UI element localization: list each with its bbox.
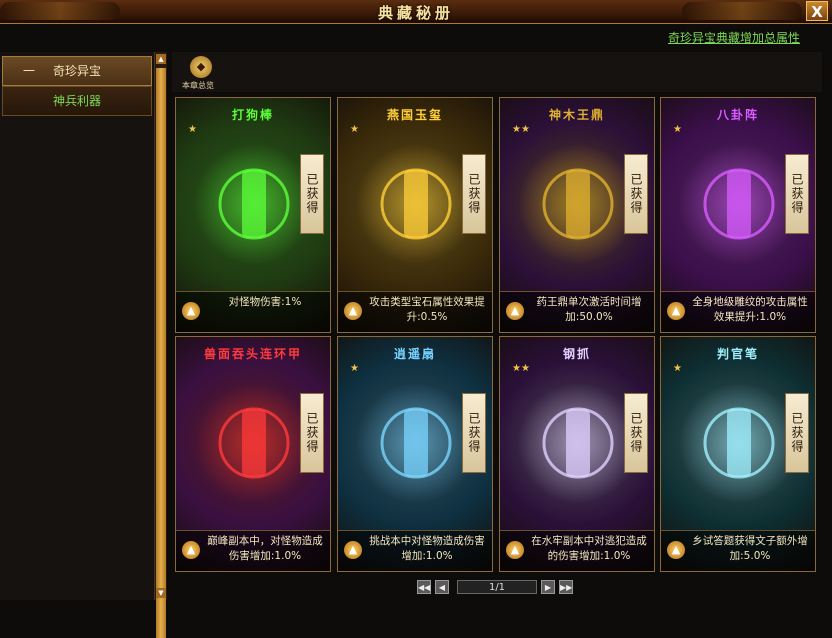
bonus-panel: ▲ 对怪物伤害:1%: [176, 291, 330, 332]
total-attributes-link[interactable]: 奇珍异宝典藏增加总属性: [668, 29, 800, 46]
upgrade-arrow-icon[interactable]: ▲: [506, 302, 524, 320]
treasure-card[interactable]: 判官笔 ★ 已获得 ▲ 乡试答题获得文子额外增加:5.0%: [660, 336, 816, 572]
bonus-text: 全身地级雕纹的攻击属性效果提升:1.0%: [692, 296, 808, 323]
prev-page-button[interactable]: ◀: [435, 580, 449, 594]
treasure-name: 判官笔: [716, 347, 759, 361]
treasure-card[interactable]: 八卦阵 ★ 已获得 ▲ 全身地级雕纹的攻击属性效果提升:1.0%: [660, 97, 816, 333]
sidebar-item-prefix: 一: [23, 64, 36, 78]
treasure-name: 神木王鼎: [548, 108, 605, 122]
treasure-art-icon: [679, 144, 799, 264]
acquired-badge: 已获得: [462, 154, 486, 234]
bonus-text: 攻击类型宝石属性效果提升:0.5%: [369, 296, 485, 323]
treasure-name: 逍遥扇: [393, 347, 436, 361]
bonus-text: 药王鼎单次激活时间增加:50.0%: [536, 296, 642, 323]
treasure-art-icon: [518, 383, 638, 503]
rarity-stars: ★: [673, 124, 682, 135]
upgrade-arrow-icon[interactable]: ▲: [182, 541, 200, 559]
bonus-panel: ▲ 在水牢副本中对逃犯造成的伤害增加:1.0%: [500, 530, 654, 571]
treasure-card[interactable]: 兽面吞头连环甲 已获得 ▲ 巅峰副本中，对怪物造成伤害增加:1.0%: [175, 336, 331, 572]
bonus-text: 乡试答题获得文子额外增加:5.0%: [692, 535, 808, 562]
treasure-card[interactable]: 钢抓 ★★ 已获得 ▲ 在水牢副本中对逃犯造成的伤害增加:1.0%: [499, 336, 655, 572]
bonus-text: 巅峰副本中，对怪物造成伤害增加:1.0%: [207, 535, 323, 562]
sidebar-item-label: 神兵利器: [53, 94, 102, 108]
category-sidebar: 一 奇珍异宝 神兵利器: [0, 52, 155, 600]
treasure-art-icon: [194, 144, 314, 264]
rarity-stars: ★: [350, 363, 359, 374]
bonus-panel: ▲ 药王鼎单次激活时间增加:50.0%: [500, 291, 654, 332]
upgrade-arrow-icon[interactable]: ▲: [182, 302, 200, 320]
treasure-art-icon: [679, 383, 799, 503]
treasure-art-icon: [356, 383, 476, 503]
acquired-badge: 已获得: [624, 393, 648, 473]
chapter-header: [172, 52, 822, 92]
upgrade-arrow-icon[interactable]: ▲: [344, 302, 362, 320]
bonus-text: 对怪物伤害:1%: [228, 296, 302, 308]
rarity-stars: ★★: [512, 124, 530, 135]
treasure-art-icon: [194, 383, 314, 503]
treasure-card[interactable]: 神木王鼎 ★★ 已获得 ▲ 药王鼎单次激活时间增加:50.0%: [499, 97, 655, 333]
bonus-panel: ▲ 攻击类型宝石属性效果提升:0.5%: [338, 291, 492, 332]
sidebar-item-rare-treasures[interactable]: 一 奇珍异宝: [2, 56, 152, 86]
bonus-text: 挑战本中对怪物造成伤害增加:1.0%: [369, 535, 485, 562]
chapter-caption: 本章总览: [182, 81, 214, 90]
bonus-panel: ▲ 巅峰副本中，对怪物造成伤害增加:1.0%: [176, 530, 330, 571]
treasure-art-icon: [356, 144, 476, 264]
treasure-name: 钢抓: [562, 347, 591, 361]
first-page-button[interactable]: ◀◀: [417, 580, 431, 594]
treasure-name: 打狗棒: [231, 108, 274, 122]
chapter-emblem-icon[interactable]: ◆: [190, 56, 212, 78]
acquired-badge: 已获得: [785, 154, 809, 234]
scroll-up-icon[interactable]: ▲: [156, 54, 166, 64]
upgrade-arrow-icon[interactable]: ▲: [344, 541, 362, 559]
acquired-badge: 已获得: [462, 393, 486, 473]
upgrade-arrow-icon[interactable]: ▲: [667, 541, 685, 559]
scroll-down-icon[interactable]: ▼: [156, 588, 166, 598]
rarity-stars: ★: [188, 124, 197, 135]
sidebar-item-divine-weapons[interactable]: 神兵利器: [2, 86, 152, 116]
bonus-panel: ▲ 全身地级雕纹的攻击属性效果提升:1.0%: [661, 291, 815, 332]
upgrade-arrow-icon[interactable]: ▲: [506, 541, 524, 559]
scrollbar[interactable]: ▲ ▼: [154, 52, 167, 638]
acquired-badge: 已获得: [300, 154, 324, 234]
rarity-stars: ★: [673, 363, 682, 374]
treasure-name: 燕国玉玺: [386, 108, 443, 122]
treasure-art-icon: [518, 144, 638, 264]
rarity-stars: ★★: [512, 363, 530, 374]
treasure-card[interactable]: 逍遥扇 ★ 已获得 ▲ 挑战本中对怪物造成伤害增加:1.0%: [337, 336, 493, 572]
next-page-button[interactable]: ▶: [541, 580, 555, 594]
window-title: 典藏秘册: [377, 4, 454, 22]
bonus-text: 在水牢副本中对逃犯造成的伤害增加:1.0%: [531, 535, 647, 562]
page-indicator: 1/1: [457, 580, 537, 594]
treasure-card[interactable]: 燕国玉玺 ★ 已获得 ▲ 攻击类型宝石属性效果提升:0.5%: [337, 97, 493, 333]
sidebar-item-label: 奇珍异宝: [53, 64, 102, 78]
treasure-card[interactable]: 打狗棒 ★ 已获得 ▲ 对怪物伤害:1%: [175, 97, 331, 333]
last-page-button[interactable]: ▶▶: [559, 580, 573, 594]
bonus-panel: ▲ 挑战本中对怪物造成伤害增加:1.0%: [338, 530, 492, 571]
close-button[interactable]: X: [806, 1, 828, 21]
treasure-name: 八卦阵: [716, 108, 759, 122]
acquired-badge: 已获得: [300, 393, 324, 473]
acquired-badge: 已获得: [624, 154, 648, 234]
upgrade-arrow-icon[interactable]: ▲: [667, 302, 685, 320]
rarity-stars: ★: [350, 124, 359, 135]
bonus-panel: ▲ 乡试答题获得文子额外增加:5.0%: [661, 530, 815, 571]
scroll-thumb[interactable]: [156, 68, 166, 638]
treasure-name: 兽面吞头连环甲: [203, 347, 302, 361]
acquired-badge: 已获得: [785, 393, 809, 473]
title-bar: 典藏秘册 X: [0, 0, 832, 24]
